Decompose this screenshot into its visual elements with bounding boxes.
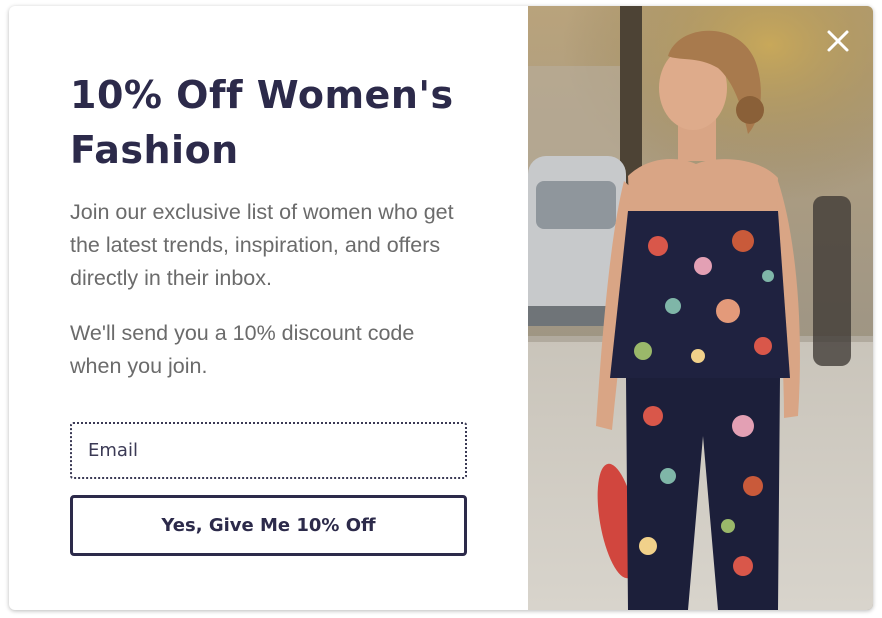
intro-text: Join our exclusive list of women who get… [70,200,454,290]
newsletter-popup: 10% Off Women's Fashion Join our exclusi… [9,6,873,610]
signup-panel: 10% Off Women's Fashion Join our exclusi… [9,6,528,610]
promo-image-panel [528,6,873,610]
close-button[interactable] [823,26,853,56]
model-photo [528,6,873,610]
email-input[interactable] [70,422,467,479]
close-icon [827,30,849,52]
popup-headline: 10% Off Women's Fashion [70,73,454,172]
submit-button[interactable]: Yes, Give Me 10% Off [70,495,467,556]
discount-text: We'll send you a 10% discount code when … [70,321,415,378]
